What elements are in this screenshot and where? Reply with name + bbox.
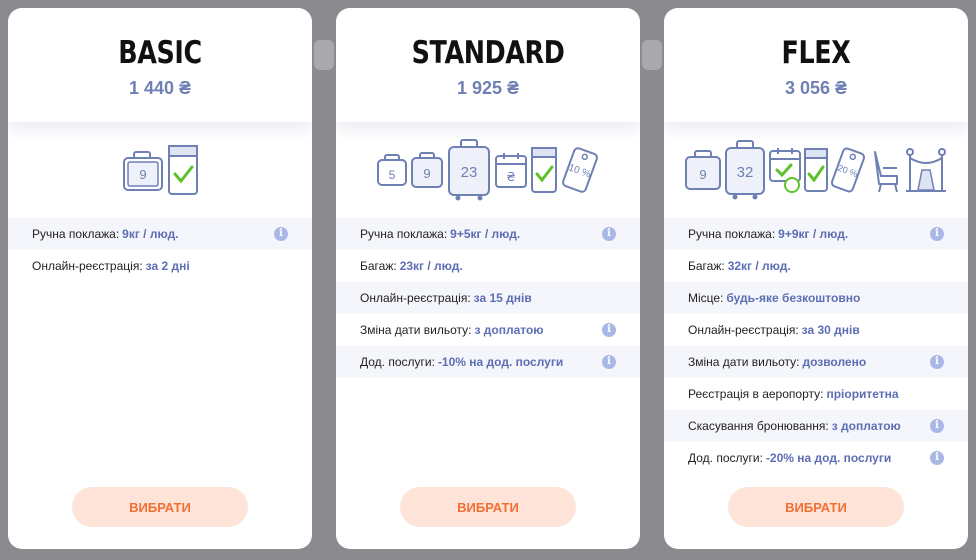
feature-row: Онлайн-реєстрація: за 30 днів <box>664 314 968 346</box>
feature-list: Ручна поклажа: 9+9кг / люд. i Багаж: 32к… <box>664 218 968 474</box>
feature-label: Онлайн-реєстрація: <box>32 259 143 273</box>
feature-label: Реєстрація в аеропорту: <box>688 387 824 401</box>
feature-label: Ручна поклажа: <box>32 227 120 241</box>
feature-label: Дод. послуги: <box>360 355 435 369</box>
background-blur <box>314 40 334 70</box>
small-bag-label: 5 <box>389 168 396 182</box>
feature-row: Ручна поклажа: 9+9кг / люд. i <box>664 218 968 250</box>
plan-card-basic: BASIC 1 440 ₴ 9 Ручна поклажа: 9кг / люд… <box>8 8 312 549</box>
plan-title: FLEX <box>781 35 851 71</box>
feature-label: Зміна дати вильоту: <box>360 323 472 337</box>
feature-row: Багаж: 32кг / люд. <box>664 250 968 282</box>
plan-header: FLEX 3 056 ₴ <box>664 8 968 122</box>
background-blur <box>642 40 662 70</box>
suitcase-label: 32 <box>737 164 754 181</box>
plan-title: STANDARD <box>411 35 565 71</box>
info-icon[interactable]: i <box>602 355 616 369</box>
hand-bag-icon: 9 <box>123 151 163 191</box>
info-icon[interactable]: i <box>274 227 288 241</box>
feature-label: Багаж: <box>360 259 397 273</box>
plan-price: 1 925 ₴ <box>456 78 520 98</box>
feature-label: Дод. послуги: <box>688 451 763 465</box>
checkin-check-icon <box>804 148 828 192</box>
feature-row: Онлайн-реєстрація: за 15 днів <box>336 282 640 314</box>
svg-text:9: 9 <box>139 167 146 182</box>
info-icon[interactable]: i <box>602 323 616 337</box>
hand-bag-label: 9 <box>423 166 430 181</box>
suitcase-icon: 32 <box>725 140 765 200</box>
feature-row: Місце: будь-яке безкоштовно <box>664 282 968 314</box>
select-plan-button[interactable]: ВИБРАТИ <box>72 487 248 527</box>
hand-bag-icon: 9 <box>411 152 443 188</box>
select-plan-button[interactable]: ВИБРАТИ <box>400 487 576 527</box>
feature-list: Ручна поклажа: 9+5кг / люд. i Багаж: 23к… <box>336 218 640 378</box>
feature-row: Реєстрація в аеропорту: пріоритетна <box>664 378 968 410</box>
calendar-label: ₴ <box>506 170 515 184</box>
checkin-check-icon <box>168 145 198 195</box>
feature-value: пріоритетна <box>826 387 899 401</box>
plan-icons: 5 9 23 ₴ 10 % <box>336 122 640 218</box>
suitcase-icon: 23 <box>448 139 490 201</box>
plan-icons: 9 32 20 % <box>664 122 968 218</box>
feature-value: дозволено <box>802 355 867 369</box>
feature-label: Місце: <box>688 291 724 305</box>
feature-value: з доплатою <box>831 419 901 433</box>
feature-value: 9+9кг / люд. <box>778 227 849 241</box>
feature-value: -20% на дод. послуги <box>765 451 892 465</box>
feature-value: за 30 днів <box>801 323 860 337</box>
feature-value: за 2 дні <box>145 259 190 273</box>
feature-value: 9+5кг / люд. <box>450 227 521 241</box>
plan-price: 3 056 ₴ <box>784 78 848 98</box>
plan-card-flex: FLEX 3 056 ₴ 9 32 20 % Ручна поклажа: 9+… <box>664 8 968 549</box>
feature-label: Багаж: <box>688 259 725 273</box>
feature-label: Онлайн-реєстрація: <box>688 323 799 337</box>
feature-row: Зміна дати вильоту: з доплатою i <box>336 314 640 346</box>
feature-value: за 15 днів <box>473 291 532 305</box>
feature-row: Дод. послуги: -20% на дод. послуги i <box>664 442 968 474</box>
feature-row: Багаж: 23кг / люд. <box>336 250 640 282</box>
discount-tag-icon: 10 % <box>562 147 598 193</box>
priority-lane-icon <box>906 148 946 192</box>
info-icon[interactable]: i <box>930 419 944 433</box>
calendar-icon: ₴ <box>495 153 527 188</box>
info-icon[interactable]: i <box>602 227 616 241</box>
feature-label: Ручна поклажа: <box>360 227 448 241</box>
seat-icon <box>874 151 898 193</box>
calendar-refresh-icon <box>769 148 801 193</box>
feature-row: Ручна поклажа: 9кг / люд. i <box>8 218 312 250</box>
hand-bag-icon: 9 <box>685 150 721 190</box>
feature-value: -10% на дод. послуги <box>437 355 564 369</box>
feature-value: будь-яке безкоштовно <box>726 291 861 305</box>
hand-bag-label: 9 <box>699 167 706 182</box>
info-icon[interactable]: i <box>930 355 944 369</box>
feature-label: Онлайн-реєстрація: <box>360 291 471 305</box>
plan-title: BASIC <box>118 35 202 71</box>
feature-value: 9кг / люд. <box>122 227 179 241</box>
feature-row: Скасування бронювання: з доплатою i <box>664 410 968 442</box>
checkin-check-icon <box>531 147 557 193</box>
feature-value: 32кг / люд. <box>727 259 791 273</box>
plan-header: BASIC 1 440 ₴ <box>8 8 312 122</box>
info-icon[interactable]: i <box>930 227 944 241</box>
plan-price: 1 440 ₴ <box>128 78 192 98</box>
info-icon[interactable]: i <box>930 451 944 465</box>
plan-header: STANDARD 1 925 ₴ <box>336 8 640 122</box>
plan-icons: 9 <box>8 122 312 218</box>
small-bag-icon: 5 <box>377 154 407 186</box>
discount-tag-icon: 20 % <box>830 147 866 193</box>
feature-label: Ручна поклажа: <box>688 227 776 241</box>
suitcase-label: 23 <box>461 164 478 181</box>
feature-label: Скасування бронювання: <box>688 419 829 433</box>
feature-list: Ручна поклажа: 9кг / люд. i Онлайн-реєст… <box>8 218 312 282</box>
feature-row: Дод. послуги: -10% на дод. послуги i <box>336 346 640 378</box>
feature-row: Ручна поклажа: 9+5кг / люд. i <box>336 218 640 250</box>
feature-label: Зміна дати вильоту: <box>688 355 800 369</box>
feature-row: Онлайн-реєстрація: за 2 дні <box>8 250 312 282</box>
feature-value: 23кг / люд. <box>399 259 463 273</box>
feature-row: Зміна дати вильоту: дозволено i <box>664 346 968 378</box>
select-plan-button[interactable]: ВИБРАТИ <box>728 487 904 527</box>
plan-card-standard: STANDARD 1 925 ₴ 5 9 23 ₴ 10 % Ручна пок… <box>336 8 640 549</box>
feature-value: з доплатою <box>474 323 544 337</box>
